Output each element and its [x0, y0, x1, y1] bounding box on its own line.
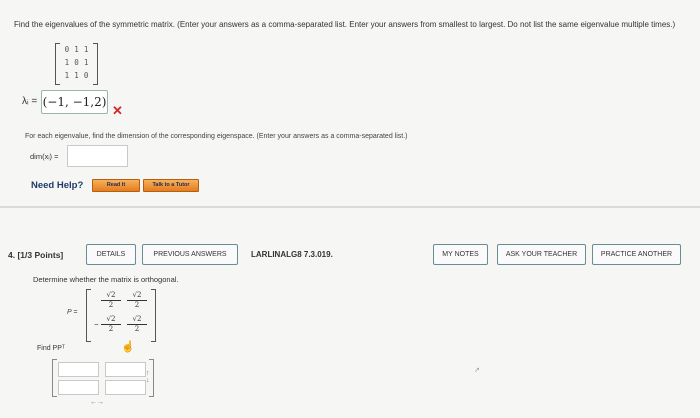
p-label: P =	[67, 309, 78, 316]
numerator: √2	[101, 291, 121, 301]
p-matrix: √2 2 √2 2 − √2 2 √2 2	[86, 289, 156, 342]
ask-your-teacher-button[interactable]: ASK YOUR TEACHER	[497, 244, 586, 265]
matrix-cell: 1	[83, 58, 89, 67]
matrix-row: 1 1 0	[56, 70, 97, 82]
dim-label: dim(xᵢ) =	[30, 152, 59, 161]
talk-to-tutor-button[interactable]: Talk to a Tutor	[143, 179, 199, 192]
matrix-row: 1 0 1	[56, 57, 97, 69]
denominator: 2	[134, 325, 140, 333]
matrix-cell: 0	[64, 45, 70, 54]
previous-answers-button[interactable]: PREVIOUS ANSWERS	[142, 244, 238, 265]
need-help-label: Need Help?	[31, 180, 84, 191]
eigenspace-question-text: For each eigenvalue, find the dimension …	[25, 133, 408, 140]
resize-columns-icon[interactable]: ←→	[90, 399, 104, 406]
ppt-cell-input[interactable]	[105, 380, 146, 395]
ppt-cell-input[interactable]	[58, 380, 99, 395]
matrix-cell: 1	[83, 45, 89, 54]
denominator: 2	[134, 301, 140, 309]
cursor-arrow-icon: ↗	[474, 367, 480, 374]
hand-cursor-icon: ☝	[121, 341, 135, 353]
matrix-cell: 1	[74, 45, 79, 54]
numerator: √2	[127, 315, 147, 325]
denominator: 2	[108, 325, 114, 333]
ppt-cell-input[interactable]	[105, 362, 146, 377]
matrix-cell: 1	[64, 58, 70, 67]
matrix-entry: √2 2	[101, 315, 121, 334]
symmetric-matrix: 0 1 1 1 0 1 1 1 0	[55, 43, 98, 85]
orthogonal-question-text: Determine whether the matrix is orthogon…	[33, 275, 179, 284]
matrix-entry: √2 2	[127, 315, 147, 334]
question-number: 4. [1/3 Points]	[8, 250, 64, 260]
matrix-entry: √2 2	[101, 291, 121, 310]
matrix-cell: 0	[83, 71, 89, 80]
matrix-entry: √2 2	[127, 291, 147, 310]
read-it-button[interactable]: Read It	[92, 179, 140, 192]
course-code: LARLINALG8 7.3.019.	[251, 250, 333, 259]
matrix-cell: 1	[74, 71, 79, 80]
find-ppt-label: Find PPᵀ	[37, 345, 65, 352]
ppt-answer-matrix	[52, 359, 154, 397]
resize-rows-icon[interactable]: ↑ ↓	[146, 370, 150, 384]
negative-sign: −	[94, 320, 99, 329]
ppt-cell-input[interactable]	[58, 362, 99, 377]
matrix-cell: 1	[64, 71, 70, 80]
my-notes-button[interactable]: MY NOTES	[433, 244, 488, 265]
question-text: Find the eigenvalues of the symmetric ma…	[14, 20, 676, 29]
matrix-cell: 0	[74, 58, 79, 67]
dim-input[interactable]	[67, 145, 128, 167]
section-divider	[0, 206, 700, 208]
details-button[interactable]: DETAILS	[86, 244, 136, 265]
practice-another-button[interactable]: PRACTICE ANOTHER	[592, 244, 681, 265]
numerator: √2	[101, 315, 121, 325]
lambda-label: λᵢ =	[22, 96, 38, 107]
eigenvalue-answer-input[interactable]: (−1, −1,2)	[41, 90, 108, 114]
incorrect-x-icon: ✕	[112, 103, 123, 118]
numerator: √2	[127, 291, 147, 301]
matrix-row: 0 1 1	[56, 44, 97, 56]
denominator: 2	[108, 301, 114, 309]
